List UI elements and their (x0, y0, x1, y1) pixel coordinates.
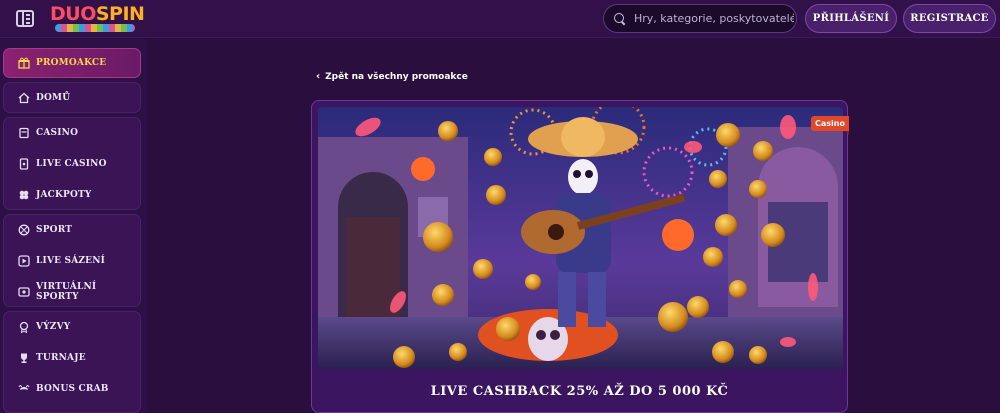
sidebar-group-home: DOMŮ (3, 82, 141, 113)
logo-text-duo: DUO (50, 3, 96, 25)
play-icon (18, 255, 30, 267)
medal-icon (18, 321, 30, 333)
top-header: DUOSPIN PŘIHLÁŠENÍ REGISTRACE (0, 0, 1000, 38)
slot-machine-icon (18, 127, 30, 139)
brand-logo[interactable]: DUOSPIN (50, 3, 145, 25)
sidebar-item-label: CASINO (36, 128, 79, 138)
virtual-icon (18, 286, 30, 298)
sidebar-group-sport: SPORT LIVE SÁZENÍ VIRTUÁLNÍ SPORTY (3, 214, 141, 307)
sidebar-item-live-casino[interactable]: LIVE CASINO (4, 149, 140, 179)
sidebar-item-label: TURNAJE (36, 353, 86, 363)
sidebar-item-turnaje[interactable]: TURNAJE (4, 343, 140, 373)
register-button[interactable]: REGISTRACE (903, 4, 996, 33)
sidebar-item-sport[interactable]: SPORT (4, 215, 140, 245)
sidebar-item-jackpoty[interactable]: JACKPOTY (4, 180, 140, 210)
search-bar[interactable] (603, 4, 797, 33)
category-tag: Casino (811, 116, 849, 135)
sidebar-item-label: VÝZVY (36, 322, 71, 332)
sidebar-item-casino[interactable]: CASINO (4, 118, 140, 148)
chevron-left-icon: ‹ (316, 71, 321, 82)
crab-icon (18, 383, 30, 395)
sidebar-item-label: LIVE SÁZENÍ (36, 256, 106, 266)
sidebar-item-promoakce[interactable]: PROMOAKCE (3, 48, 141, 78)
login-button[interactable]: PŘIHLÁŠENÍ (805, 4, 897, 33)
logo-decoration (55, 24, 135, 32)
sidebar-toggle-icon[interactable] (16, 10, 34, 27)
promo-title: LIVE CASHBACK 25% AŽ DO 5 000 KČ (430, 384, 729, 399)
search-icon (614, 12, 626, 25)
trophy-icon (18, 352, 30, 364)
clover-icon (18, 189, 30, 201)
sidebar-item-live-sazeni[interactable]: LIVE SÁZENÍ (4, 246, 140, 276)
sidebar-item-vyzvy[interactable]: VÝZVY (4, 312, 140, 342)
sidebar-item-label: PROMOAKCE (36, 58, 107, 68)
sidebar-item-virtualni-sporty[interactable]: VIRTUÁLNÍ SPORTY (4, 277, 140, 307)
sidebar-item-label: VIRTUÁLNÍ SPORTY (36, 282, 97, 302)
ball-icon (18, 224, 30, 236)
house-icon (18, 92, 30, 104)
sidebar-item-domu[interactable]: DOMŮ (4, 83, 140, 113)
promo-banner-image (318, 107, 843, 369)
promo-card[interactable]: LIVE CASHBACK 25% AŽ DO 5 000 KČ (311, 100, 848, 413)
sidebar-item-label: LIVE CASINO (36, 159, 107, 169)
card-icon (18, 158, 30, 170)
back-to-promotions-link[interactable]: ‹ Zpět na všechny promoakce (316, 71, 468, 82)
sidebar-item-label: BONUS CRAB (36, 384, 109, 394)
sidebar-item-label: DOMŮ (36, 93, 71, 103)
sidebar-group-extras: VÝZVY TURNAJE BONUS CRAB (3, 311, 141, 413)
sidebar: PROMOAKCE DOMŮ CASINO LIVE CASINO JACKPO… (0, 39, 147, 413)
gift-icon (18, 57, 30, 69)
sidebar-item-label: SPORT (36, 225, 73, 235)
sidebar-item-bonus-crab[interactable]: BONUS CRAB (4, 374, 140, 404)
sidebar-item-label: JACKPOTY (36, 190, 92, 200)
sidebar-group-casino: CASINO LIVE CASINO JACKPOTY (3, 117, 141, 210)
search-input[interactable] (634, 12, 794, 25)
back-link-label: Zpět na všechny promoakce (325, 71, 468, 82)
logo-text-spin: SPIN (95, 3, 145, 25)
